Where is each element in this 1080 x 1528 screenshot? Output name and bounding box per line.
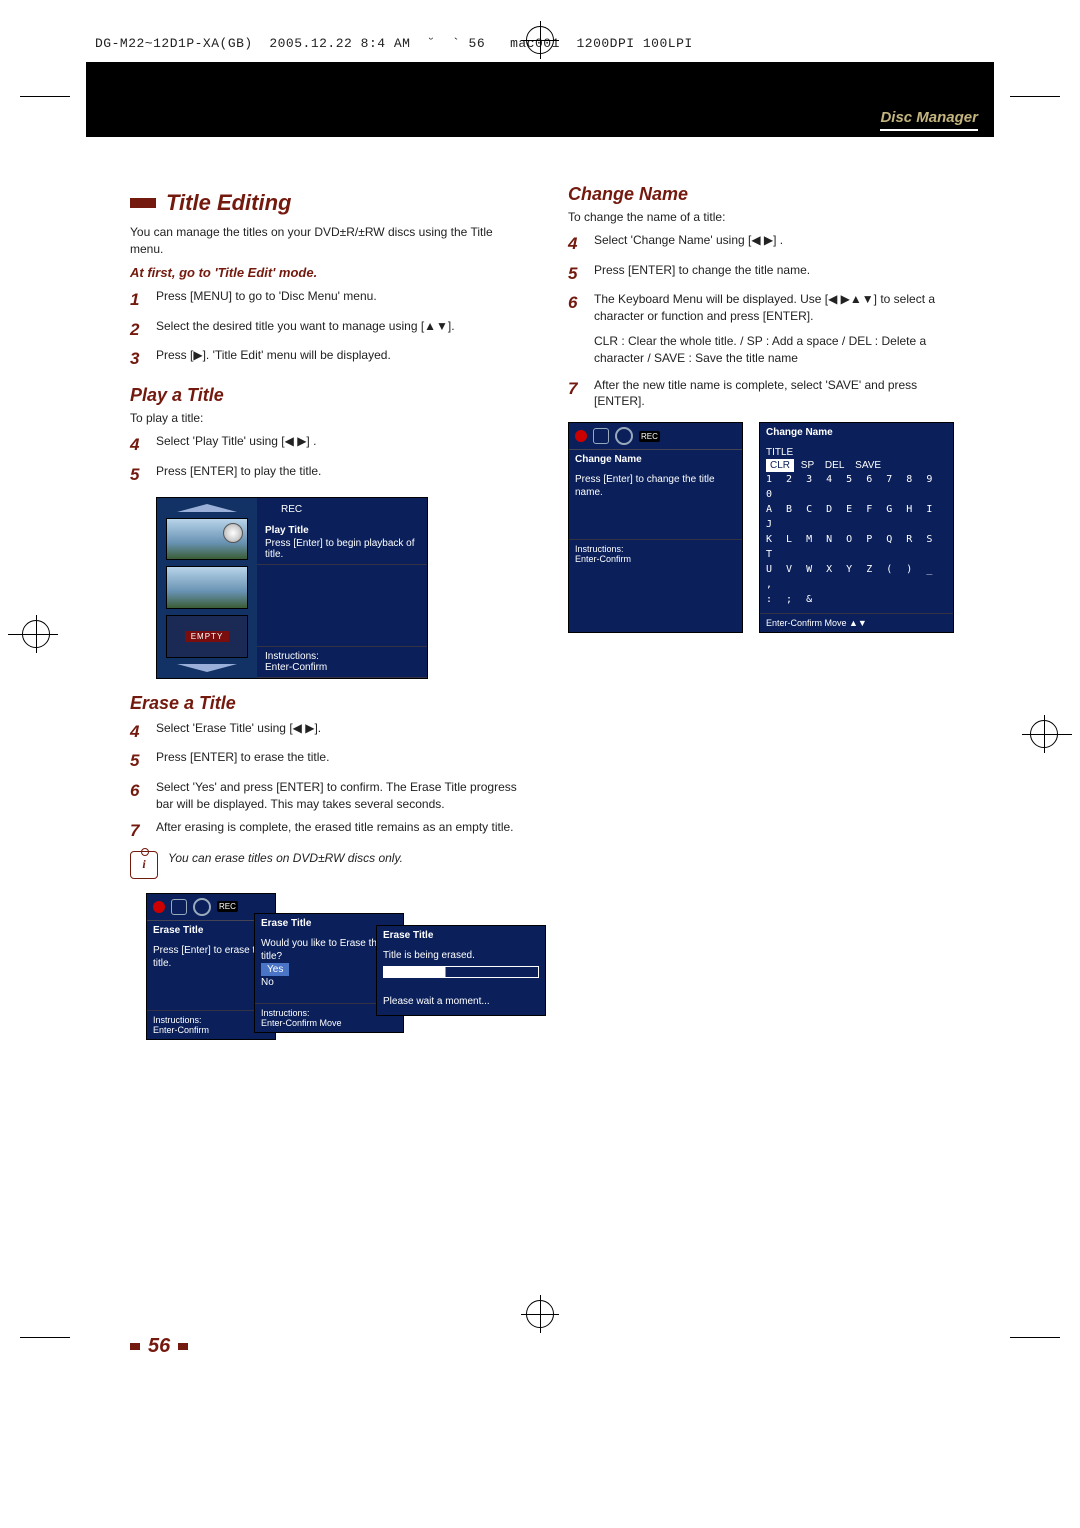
erase-step-6: Select 'Yes' and press [ENTER] to confir… — [156, 779, 520, 813]
kbd-sp: SP — [797, 459, 818, 472]
rec-label-icon: REC — [281, 504, 302, 515]
erase-title-heading: Erase a Title — [130, 693, 520, 714]
erase-step-4: Select 'Erase Title' using [◀ ▶]. — [156, 720, 321, 744]
play-title-intro: To play a title: — [130, 410, 520, 427]
cn-step-7: After the new title name is complete, se… — [594, 377, 958, 411]
kbd-row-1: 1 2 3 4 5 6 7 8 9 0 — [766, 472, 947, 502]
osd-cn1-instr-label: Instructions: — [575, 544, 624, 554]
mode-step-2: Select the desired title you want to man… — [156, 318, 455, 342]
cn-step-4: Select 'Change Name' using [◀ ▶] . — [594, 232, 783, 256]
play-title-heading: Play a Title — [130, 385, 520, 406]
left-column: Title Editing You can manage the titles … — [130, 180, 520, 1358]
corner-rule-tr — [1010, 96, 1060, 97]
play-step-5: Press [ENTER] to play the title. — [156, 463, 321, 487]
progress-bar — [383, 966, 539, 978]
osd-play-label: Play Title — [265, 525, 419, 536]
title-thumbnail — [166, 566, 248, 609]
erase-step-5: Press [ENTER] to erase the title. — [156, 749, 329, 773]
kbd-row-4: U V W X Y Z ( ) _ , — [766, 562, 947, 592]
title-editing-intro: You can manage the titles on your DVD±R/… — [130, 224, 520, 258]
kbd-save: SAVE — [851, 459, 885, 472]
kbd-row-5: : ; & — [766, 592, 947, 607]
osd-cn1-instr-body: Enter-Confirm — [575, 554, 631, 564]
nav-down-icon — [177, 664, 237, 672]
kbd-del: DEL — [821, 459, 848, 472]
osd-erase2-body: Would you like to Erase the title? — [261, 938, 383, 962]
osd-play-title: EMPTY REC Play Title Press [Enter] to be… — [156, 497, 428, 679]
mode-step-3: Press [▶]. 'Title Edit' menu will be dis… — [156, 347, 391, 371]
rec-label-icon: REC — [639, 431, 660, 442]
osd-erase1-instr-label: Instructions: — [153, 1015, 202, 1025]
section-band: Disc Manager — [86, 62, 994, 137]
media-icon — [593, 428, 609, 444]
nav-up-icon — [177, 504, 237, 512]
osd-erase3-wait: Please wait a moment... — [383, 996, 490, 1007]
info-icon: i — [130, 851, 158, 879]
osd-erase2-no: No — [261, 977, 274, 988]
power-icon — [615, 427, 633, 445]
corner-rule-tl — [20, 96, 70, 97]
kbd-row-funcs: CLR SP DEL SAVE — [766, 459, 947, 472]
mode-step-1: Press [MENU] to go to 'Disc Menu' menu. — [156, 288, 377, 312]
corner-rule-br — [1010, 1337, 1060, 1338]
registration-mark-bottom — [526, 1300, 554, 1328]
osd-instructions-label: Instructions: — [265, 651, 319, 662]
erase-step-7: After erasing is complete, the erased ti… — [156, 819, 514, 843]
osd-cn2-instr: Enter-Confirm Move ▲▼ — [760, 613, 953, 632]
power-icon — [193, 898, 211, 916]
cn-step-6: The Keyboard Menu will be displayed. Use… — [594, 292, 935, 323]
mode-line: At first, go to 'Title Edit' mode. — [130, 264, 520, 282]
kbd-row-2: A B C D E F G H I J — [766, 502, 947, 532]
osd-erase2-instr-label: Instructions: — [261, 1008, 310, 1018]
kbd-title: TITLE — [766, 446, 947, 459]
erase-note: You can erase titles on DVD±RW discs onl… — [168, 851, 403, 865]
media-icon — [171, 899, 187, 915]
registration-mark-top — [526, 26, 554, 54]
corner-rule-bl — [20, 1337, 70, 1338]
cn-step-6-detail: CLR : Clear the whole title. / SP : Add … — [594, 333, 958, 367]
change-name-intro: To change the name of a title: — [568, 209, 958, 226]
title-thumbnail-empty: EMPTY — [166, 615, 248, 658]
page-number: 56 — [130, 1335, 188, 1358]
kbd-row-3: K L M N O P Q R S T — [766, 532, 947, 562]
change-name-heading: Change Name — [568, 184, 958, 205]
osd-erase2-yes: Yes — [261, 963, 289, 976]
osd-erase3-body: Title is being erased. — [383, 950, 475, 961]
cn-step-5: Press [ENTER] to change the title name. — [594, 262, 810, 286]
osd-erase-cluster: REC Erase Title Press [Enter] to erase t… — [146, 893, 520, 1093]
right-column: Change Name To change the name of a titl… — [568, 180, 958, 1358]
record-icon — [575, 430, 587, 442]
record-icon — [153, 901, 165, 913]
registration-mark-right — [1030, 720, 1058, 748]
osd-cn2-head: Change Name — [760, 423, 953, 442]
title-editing-heading: Title Editing — [130, 190, 520, 216]
osd-change-name-cluster: REC Change Name Press [Enter] to change … — [568, 422, 958, 633]
osd-erase2-instr-body: Enter-Confirm Move — [261, 1018, 342, 1028]
osd-instructions-body: Enter-Confirm — [265, 662, 327, 673]
section-band-label: Disc Manager — [880, 109, 978, 131]
osd-erase3-head: Erase Title — [377, 926, 545, 945]
kbd-clr: CLR — [766, 459, 794, 472]
title-thumbnail — [166, 518, 248, 561]
osd-play-body: Press [Enter] to begin playback of title… — [265, 538, 415, 560]
osd-cn1-head: Change Name — [569, 450, 742, 469]
osd-erase1-instr-body: Enter-Confirm — [153, 1025, 209, 1035]
registration-mark-left — [22, 620, 50, 648]
osd-cn1-body: Press [Enter] to change the title name. — [569, 469, 742, 539]
rec-label-icon: REC — [217, 901, 238, 912]
play-step-4: Select 'Play Title' using [◀ ▶] . — [156, 433, 316, 457]
